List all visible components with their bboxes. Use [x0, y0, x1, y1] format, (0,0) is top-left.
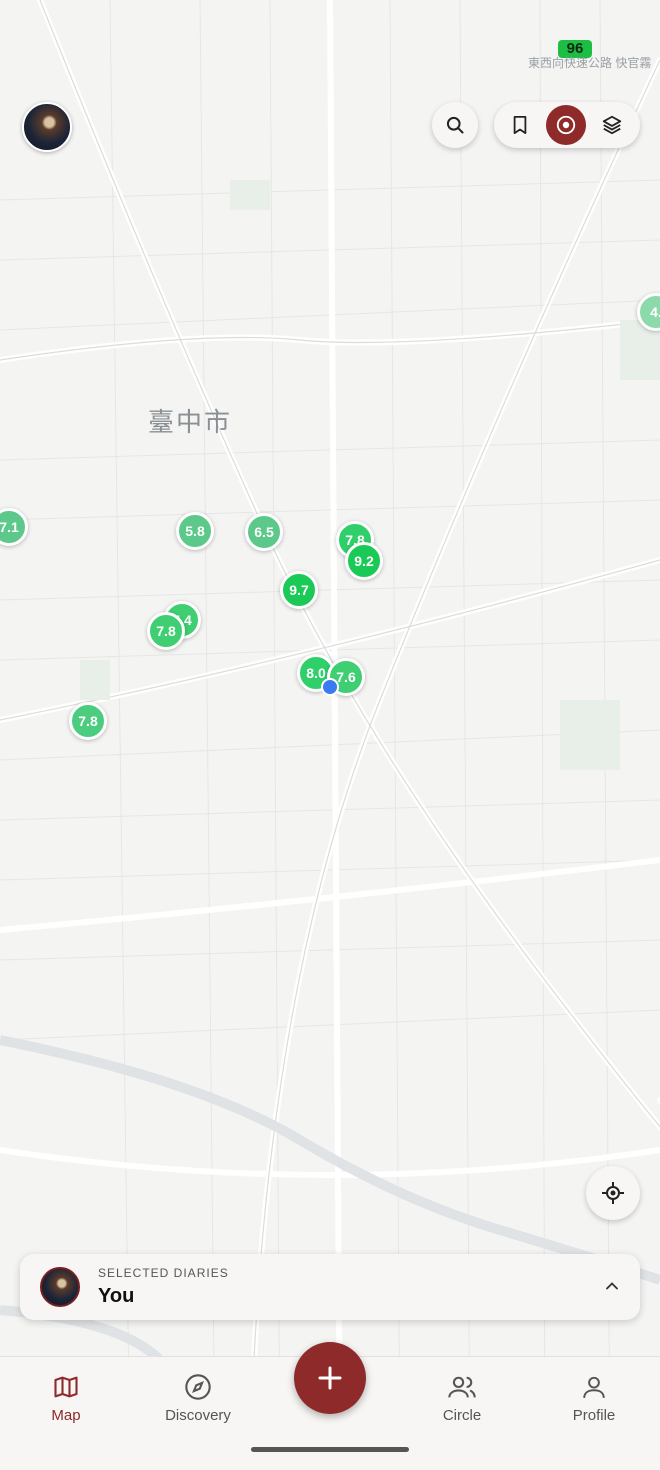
target-icon: [556, 115, 576, 135]
nav-circle[interactable]: Circle: [402, 1371, 522, 1424]
nav-map[interactable]: Map: [6, 1371, 126, 1424]
person-icon: [583, 1376, 605, 1398]
map-controls-pill: [494, 102, 640, 148]
nav-circle-label: Circle: [442, 1407, 482, 1424]
bookmark-icon: [513, 115, 527, 134]
road-label: 東西向快速公路 快官霧: [528, 56, 652, 70]
diary-marker[interactable]: 9.7: [280, 571, 318, 609]
layers-icon: [602, 115, 622, 135]
home-indicator: [251, 1447, 409, 1452]
diary-marker[interactable]: 6.5: [245, 513, 283, 551]
selected-caption: SELECTED DIARIES: [98, 1266, 229, 1280]
diary-marker[interactable]: 7.8: [69, 702, 107, 740]
nav-discovery-label: Discovery: [165, 1407, 231, 1424]
nav-profile-label: Profile: [572, 1407, 616, 1424]
map-icon: [54, 1376, 78, 1398]
nav-profile[interactable]: Profile: [534, 1371, 654, 1424]
diary-marker[interactable]: 9.2: [345, 542, 383, 580]
city-label: 臺中市: [148, 407, 233, 437]
add-diary-button[interactable]: [294, 1342, 366, 1414]
search-icon: [446, 116, 464, 134]
crosshair-icon: [602, 1182, 624, 1204]
nav-discovery[interactable]: Discovery: [138, 1371, 258, 1424]
selected-name: You: [98, 1285, 135, 1307]
people-icon: [448, 1376, 476, 1398]
selected-diaries-panel[interactable]: SELECTED DIARIES You: [20, 1254, 640, 1320]
selected-avatar: [40, 1267, 80, 1307]
nav-map-label: Map: [51, 1407, 81, 1424]
user-avatar[interactable]: [22, 102, 72, 152]
chevron-up-icon[interactable]: [602, 1276, 622, 1301]
diary-marker[interactable]: 7.8: [147, 612, 185, 650]
locate-me-button[interactable]: [586, 1166, 640, 1220]
search-button[interactable]: [432, 102, 478, 148]
plus-icon: [318, 1366, 342, 1390]
compass-icon: [185, 1374, 211, 1400]
location-mode-button[interactable]: [546, 105, 586, 145]
current-location-dot: [321, 678, 339, 696]
diary-marker[interactable]: 5.8: [176, 512, 214, 550]
layers-button[interactable]: [592, 105, 632, 145]
bookmark-button[interactable]: [500, 105, 540, 145]
